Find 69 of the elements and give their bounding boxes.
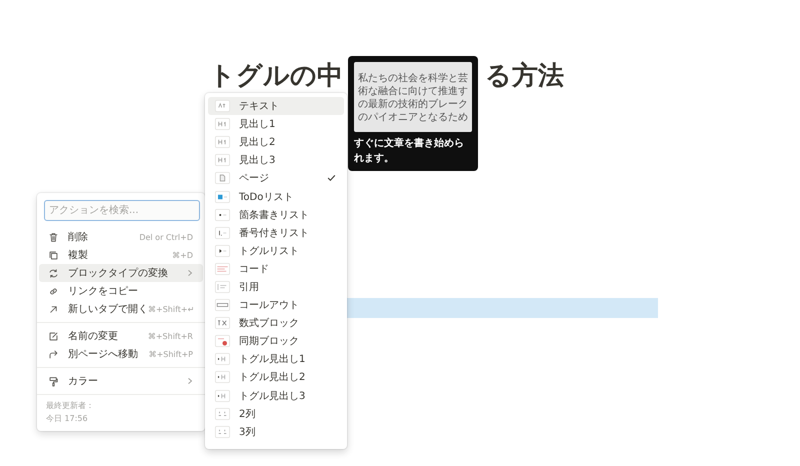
- page-block-icon: [215, 172, 230, 184]
- menu-item[interactable]: トグル見出し2: [208, 368, 344, 386]
- search-field[interactable]: アクションを検索...: [44, 200, 200, 221]
- link-icon: [48, 286, 59, 296]
- math-block-icon: [215, 317, 230, 330]
- quote-block-icon: [215, 280, 230, 293]
- menu-item[interactable]: リンクをコピー: [39, 282, 203, 300]
- text-block-icon: [215, 100, 230, 112]
- preview-text: の最新の技術的ブレーク: [358, 98, 468, 111]
- rename-icon: [48, 330, 59, 342]
- menu-item[interactable]: 箇条書きリスト: [208, 206, 344, 224]
- newtab-icon: [48, 304, 59, 314]
- menu-item[interactable]: 削除 Del or Ctrl+D: [39, 228, 203, 246]
- menu-item[interactable]: 2列: [208, 404, 344, 423]
- menu-item[interactable]: テキスト: [208, 97, 344, 116]
- sync-block-icon: [215, 335, 230, 348]
- preview-text: のパイオニアとなるため: [358, 111, 468, 124]
- code-block-icon: [215, 262, 230, 275]
- shortcut-text: ⌘+Shift+P: [148, 350, 193, 358]
- last-edited-time: 今日 17:56: [45, 413, 89, 425]
- preview-text: 術な融合に向けて推進す: [358, 85, 468, 98]
- menu-item[interactable]: 見出し3: [208, 151, 344, 170]
- menu-item[interactable]: 番号付きリスト: [208, 224, 344, 242]
- number-block-icon: [215, 226, 230, 239]
- menu-item[interactable]: 複製 ⌘+D: [39, 246, 203, 264]
- menu-item[interactable]: トグルリスト: [208, 242, 344, 260]
- shortcut-text: ⌘+Shift+R: [148, 332, 193, 340]
- todo-block-icon: [215, 190, 230, 203]
- menu-item[interactable]: コード: [208, 260, 344, 278]
- toggleh-block-icon: [215, 371, 230, 384]
- menu-item[interactable]: 新しいタブで開く⌘+Shift+↵: [39, 300, 203, 318]
- menu-item[interactable]: 名前の変更 ⌘+Shift+R: [39, 327, 203, 345]
- duplicate-icon: [48, 250, 59, 260]
- columns-block-icon: [215, 408, 230, 420]
- toggle-block-icon: [215, 244, 230, 257]
- preview-text: 私たちの社会を科学と芸: [358, 72, 468, 85]
- shortcut-text: ⌘+Shift+↵: [148, 304, 194, 314]
- menu-item[interactable]: 別ページへ移動 ⌘+Shift+P: [39, 345, 203, 363]
- h3-block-icon: [215, 154, 230, 166]
- menu-item[interactable]: ページ: [208, 169, 344, 188]
- bullet-block-icon: [215, 208, 230, 221]
- menu-item[interactable]: ブロックタイプの変換: [39, 264, 203, 282]
- columns-block-icon: [215, 426, 230, 438]
- menu-item[interactable]: トグル見出し3: [208, 386, 344, 405]
- page-title: る方法: [485, 60, 564, 92]
- menu-item[interactable]: カラー: [39, 372, 203, 390]
- menu-item[interactable]: 数式ブロック: [208, 314, 344, 332]
- toggleh-block-icon: [215, 390, 230, 402]
- menu-item[interactable]: 見出し1: [208, 115, 344, 134]
- toggleh-block-icon: [215, 353, 230, 366]
- last-edited-label: 最終更新者：: [45, 400, 95, 412]
- color-icon: [48, 376, 59, 386]
- h2-block-icon: [215, 136, 230, 148]
- shortcut-text: Del or Ctrl+D: [139, 232, 193, 242]
- menu-item[interactable]: 同期ブロック: [208, 332, 344, 350]
- menu-item[interactable]: コールアウト: [208, 296, 344, 314]
- trash-icon: [48, 232, 59, 242]
- menu-item[interactable]: ToDoリスト: [208, 187, 344, 206]
- menu-item[interactable]: トグル見出し1: [208, 350, 344, 368]
- convert-icon: [48, 268, 59, 278]
- tooltip-caption: すぐに文章を書き始められます。: [354, 136, 465, 166]
- shortcut-text: ⌘+D: [172, 250, 193, 260]
- callout-block-icon: [215, 299, 230, 312]
- menu-item[interactable]: 3列: [208, 422, 344, 441]
- page-title: トグルの中: [209, 60, 343, 92]
- h1-block-icon: [215, 118, 230, 130]
- menu-item[interactable]: 引用: [208, 278, 344, 296]
- menu-item[interactable]: 見出し2: [208, 133, 344, 152]
- move-icon: [48, 348, 59, 360]
